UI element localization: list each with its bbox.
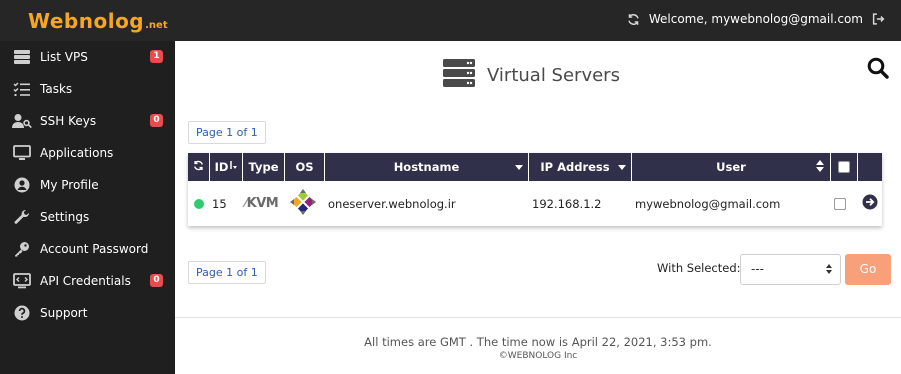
sidebar-item-label: Account Password bbox=[40, 242, 149, 256]
table-row[interactable]: 15 ⁄KVM oneserver.webnolog.ir 192.168.1.… bbox=[188, 181, 882, 226]
sidebar-item-account-password[interactable]: Account Password bbox=[0, 233, 175, 265]
refresh-icon[interactable] bbox=[627, 13, 640, 26]
welcome-text: Welcome, mywebnolog@gmail.com bbox=[648, 12, 863, 26]
sidebar-item-label: API Credentials bbox=[40, 274, 131, 288]
sidebar-item-label: Tasks bbox=[40, 82, 73, 96]
logout-icon[interactable] bbox=[872, 13, 885, 25]
refresh-icon bbox=[193, 160, 204, 174]
servers-icon bbox=[443, 59, 475, 91]
bulk-action-select[interactable]: --- bbox=[740, 254, 841, 285]
row-checkbox[interactable] bbox=[834, 197, 846, 210]
row-checkbox-cell bbox=[834, 181, 846, 226]
sidebar-item-ssh-keys[interactable]: SSH Keys 0 bbox=[0, 105, 175, 137]
footer-divider bbox=[175, 317, 901, 318]
kvm-logo: ⁄KVM bbox=[245, 196, 279, 211]
chevron-down-icon bbox=[618, 165, 626, 170]
sidebar-item-label: Settings bbox=[40, 210, 90, 224]
monitor-icon bbox=[12, 143, 32, 163]
status-indicator bbox=[194, 181, 204, 226]
column-header-type[interactable]: Type bbox=[243, 153, 285, 181]
count-badge: 1 bbox=[150, 50, 163, 63]
column-header-user[interactable]: User bbox=[632, 153, 831, 181]
actions-column-header bbox=[858, 153, 882, 181]
select-all-header bbox=[831, 153, 858, 181]
question-icon bbox=[12, 303, 32, 323]
cell-ip: 192.168.1.2 bbox=[532, 196, 602, 211]
servers-table: ID Type OS Hostname IP Address User 15 ⁄… bbox=[188, 153, 882, 226]
table-header: ID Type OS Hostname IP Address User bbox=[188, 153, 882, 181]
user-area: Welcome, mywebnolog@gmail.com bbox=[627, 12, 885, 26]
select-all-checkbox[interactable] bbox=[838, 161, 850, 173]
logo-suffix: .net bbox=[145, 20, 168, 31]
logo-text: Webnolog bbox=[28, 9, 145, 33]
sidebar-item-label: My Profile bbox=[40, 178, 99, 192]
sidebar-item-api-credentials[interactable]: API Credentials 0 bbox=[0, 265, 175, 297]
sidebar-item-settings[interactable]: Settings bbox=[0, 201, 175, 233]
footer-time: All times are GMT . The time now is Apri… bbox=[364, 335, 712, 349]
cell-hostname[interactable]: oneserver.webnolog.ir bbox=[328, 181, 456, 226]
cell-os bbox=[288, 181, 318, 226]
arrow-right-circle-icon[interactable] bbox=[862, 194, 878, 213]
sidebar-item-label: Support bbox=[40, 306, 88, 320]
header-label: Hostname bbox=[393, 160, 460, 174]
key-icon bbox=[12, 239, 32, 259]
refresh-column-header[interactable] bbox=[188, 153, 210, 181]
row-action-cell bbox=[862, 181, 878, 226]
centos-icon bbox=[288, 187, 318, 220]
tasks-icon bbox=[12, 79, 32, 99]
logo[interactable]: Webnolog .net bbox=[28, 9, 168, 33]
select-value: --- bbox=[751, 262, 764, 276]
wrench-icon bbox=[12, 207, 32, 227]
sidebar-item-list-vps[interactable]: List VPS 1 bbox=[0, 41, 175, 73]
status-dot bbox=[194, 198, 204, 209]
user-key-icon bbox=[12, 111, 32, 131]
sidebar-item-label: Applications bbox=[40, 146, 114, 160]
pagination-top[interactable]: Page 1 of 1 bbox=[188, 121, 266, 144]
sidebar-item-tasks[interactable]: Tasks bbox=[0, 73, 175, 105]
header-label: User bbox=[716, 160, 746, 174]
main-content: Virtual Servers Page 1 of 1 ID Type OS H… bbox=[175, 41, 901, 374]
cell-type: ⁄KVM bbox=[245, 181, 279, 226]
sort-icon bbox=[816, 160, 824, 172]
column-header-id[interactable]: ID bbox=[210, 153, 243, 181]
api-icon bbox=[12, 271, 32, 291]
search-icon[interactable] bbox=[867, 57, 889, 83]
with-selected-label: With Selected: bbox=[657, 261, 741, 275]
count-badge: 0 bbox=[150, 114, 163, 127]
server-list-icon bbox=[12, 47, 32, 67]
column-header-ip[interactable]: IP Address bbox=[529, 153, 632, 181]
footer-copyright: ©WEBNOLOG Inc bbox=[498, 351, 578, 361]
sort-arrow-icon bbox=[229, 160, 238, 174]
page-header: Virtual Servers bbox=[443, 59, 620, 91]
column-header-os[interactable]: OS bbox=[285, 153, 325, 181]
select-arrows-icon bbox=[826, 264, 832, 274]
count-badge: 0 bbox=[150, 274, 163, 287]
cell-id: 15 bbox=[212, 196, 227, 211]
chevron-down-icon bbox=[515, 165, 523, 170]
cell-user: mywebnolog@gmail.com bbox=[635, 196, 781, 211]
header-label: ID bbox=[214, 160, 229, 174]
sidebar-item-label: SSH Keys bbox=[40, 114, 97, 128]
pagination-bottom[interactable]: Page 1 of 1 bbox=[188, 261, 266, 284]
page-title: Virtual Servers bbox=[487, 64, 620, 86]
sidebar-item-applications[interactable]: Applications bbox=[0, 137, 175, 169]
column-header-hostname[interactable]: Hostname bbox=[325, 153, 529, 181]
user-circle-icon bbox=[12, 175, 32, 195]
sidebar-item-my-profile[interactable]: My Profile bbox=[0, 169, 175, 201]
header-label: IP Address bbox=[540, 160, 610, 174]
sidebar-item-label: List VPS bbox=[40, 50, 88, 64]
sidebar: List VPS 1 Tasks SSH Keys 0 Applications… bbox=[0, 41, 175, 374]
top-bar: Webnolog .net Welcome, mywebnolog@gmail.… bbox=[0, 0, 901, 41]
go-button[interactable]: Go bbox=[845, 254, 891, 285]
type-label: KVM bbox=[246, 196, 279, 211]
sidebar-item-support[interactable]: Support bbox=[0, 297, 175, 329]
